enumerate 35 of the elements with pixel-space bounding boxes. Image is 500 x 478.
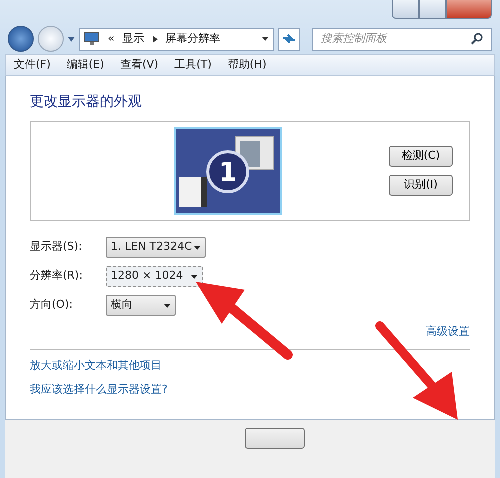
refresh-icon [282,33,296,45]
field-label: 显示器(S): [30,239,84,256]
advanced-settings-link[interactable]: 高级设置 [426,325,470,338]
menu-item[interactable]: 查看(V) [120,56,159,74]
action-button[interactable]: 识别(I) [389,175,453,196]
monitor-icon [84,32,100,46]
field-label: 分辨率(R): [30,268,84,284]
maximize-button[interactable] [419,0,446,19]
refresh-button[interactable] [278,28,300,50]
action-button[interactable]: 检测(C) [389,146,453,167]
minimize-button[interactable] [392,0,419,19]
dropdown[interactable]: 横向 [106,295,176,316]
dropdown[interactable]: 1280 × 1024 [106,266,203,287]
help-link[interactable]: 我应该选择什么显示器设置? [30,383,168,396]
menu-item[interactable]: 编辑(E) [66,56,104,74]
field-label: 方向(O): [30,297,74,314]
dropdown[interactable]: 1. LEN T2324C [106,237,206,258]
back-button[interactable] [8,26,34,52]
address-bar[interactable]: « 显示 屏幕分辨率 [79,28,274,50]
menu-item[interactable]: 文件(F) [14,56,51,74]
dialog-button[interactable] [245,428,305,449]
breadcrumb-item[interactable]: 显示 [122,30,145,48]
monitor-drawing[interactable]: 1 [174,127,282,215]
dropdown-icon[interactable] [164,304,171,308]
dropdown-icon[interactable] [262,37,269,41]
search-icon [471,33,483,45]
menu-item[interactable]: 工具(T) [174,56,212,74]
breadcrumb-item[interactable]: 屏幕分辨率 [166,30,221,48]
help-link[interactable]: 放大或缩小文本和其他项目 [30,358,162,372]
dropdown-icon[interactable] [191,274,198,278]
overflow-chevron[interactable]: « [108,30,115,48]
menu-item[interactable]: 帮助(H) [228,56,267,74]
section-heading: 更改显示器的外观 [30,93,143,112]
chevron-icon[interactable] [152,36,158,42]
dropdown-icon[interactable] [194,246,201,250]
